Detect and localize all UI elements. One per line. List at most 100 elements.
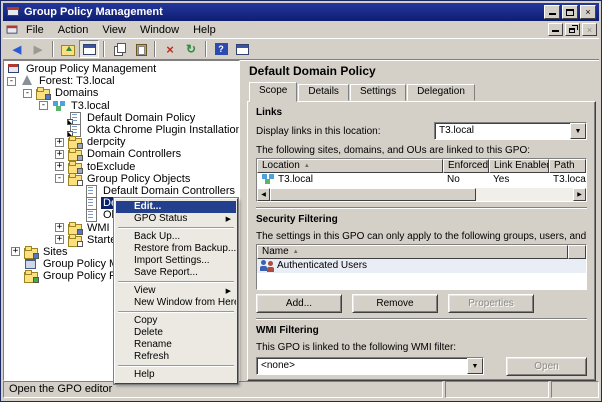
expander-icon[interactable]: - bbox=[39, 101, 48, 110]
expander-icon[interactable]: - bbox=[7, 77, 16, 86]
tab-scope[interactable]: Scope bbox=[249, 82, 297, 102]
forest-icon bbox=[20, 75, 34, 87]
results-chip-icon bbox=[33, 277, 39, 283]
expander-icon[interactable]: - bbox=[23, 89, 32, 98]
page-title: Default Domain Policy bbox=[249, 64, 596, 78]
show-console-tree-button[interactable] bbox=[79, 40, 99, 58]
menu-window[interactable]: Window bbox=[133, 22, 186, 38]
column-header-enforced[interactable]: Enforced bbox=[443, 159, 489, 173]
tree-item-forest[interactable]: - Forest: T3.local bbox=[4, 75, 239, 87]
security-filtering-list: Name▲ Authenticated Users bbox=[256, 244, 587, 290]
scrollbar-thumb[interactable] bbox=[270, 188, 476, 201]
refresh-button[interactable]: ↻ bbox=[181, 40, 201, 58]
tree-item-domains[interactable]: - Domains bbox=[4, 87, 239, 99]
paste-button[interactable] bbox=[130, 40, 150, 58]
scope-tab-page: Links Display links in this location: T3… bbox=[247, 101, 596, 381]
menu-item-new-window-from-here[interactable]: New Window from Here bbox=[116, 297, 236, 309]
display-links-combobox[interactable]: T3.local ▼ bbox=[434, 122, 587, 140]
show-action-pane-button[interactable] bbox=[232, 40, 252, 58]
column-header-name[interactable]: Name▲ bbox=[257, 245, 568, 259]
menu-file[interactable]: File bbox=[19, 22, 51, 38]
menu-item-refresh[interactable]: Refresh bbox=[116, 351, 236, 363]
horizontal-scrollbar[interactable]: ◀ ▶ bbox=[257, 188, 586, 201]
tree-item-ou-toexclude[interactable]: + toExclude bbox=[4, 161, 239, 173]
menu-item-gpo-status[interactable]: GPO Status▶ bbox=[116, 213, 236, 225]
expander-icon[interactable]: + bbox=[55, 162, 64, 171]
chevron-down-icon[interactable]: ▼ bbox=[467, 358, 483, 374]
back-button[interactable]: ◀ bbox=[7, 40, 27, 58]
status-pane bbox=[445, 381, 549, 398]
tree-item-label: Default Domain Policy bbox=[85, 112, 197, 124]
menu-help[interactable]: Help bbox=[186, 22, 223, 38]
tree-item-group-policy-management[interactable]: Group Policy Management bbox=[4, 63, 239, 75]
security-list-header: Name▲ bbox=[257, 245, 586, 259]
menu-item-back-up[interactable]: Back Up... bbox=[116, 231, 236, 243]
column-header-path[interactable]: Path bbox=[549, 159, 586, 173]
expander-icon[interactable]: + bbox=[11, 247, 20, 256]
menu-item-view[interactable]: View▶ bbox=[116, 285, 236, 297]
help-button[interactable]: ? bbox=[211, 40, 231, 58]
section-divider bbox=[256, 207, 587, 209]
ou-icon bbox=[68, 161, 82, 173]
menu-item-restore-from-backup[interactable]: Restore from Backup... bbox=[116, 243, 236, 255]
scrollbar-track[interactable] bbox=[270, 188, 573, 201]
status-pane bbox=[551, 381, 599, 398]
menu-separator bbox=[118, 227, 234, 229]
column-header-blank bbox=[568, 245, 586, 259]
mdi-close-button: × bbox=[582, 23, 597, 36]
mdi-restore-button[interactable] bbox=[565, 23, 580, 36]
tree-item-gpo-default-domain-controllers-policy[interactable]: Default Domain Controllers Policy bbox=[4, 185, 239, 197]
menu-item-edit[interactable]: Edit... bbox=[116, 201, 236, 213]
expander-icon[interactable]: + bbox=[55, 138, 64, 147]
tab-delegation[interactable]: Delegation bbox=[407, 84, 475, 101]
close-button[interactable]: × bbox=[580, 5, 596, 19]
tree-item-gpo-link-okta-chrome[interactable]: Okta Chrome Plugin Installation bbox=[4, 124, 239, 136]
cell-path: T3.local bbox=[549, 174, 586, 185]
tree-item-domain-t3local[interactable]: - T3.local bbox=[4, 100, 239, 112]
expander-icon[interactable]: + bbox=[55, 223, 64, 232]
submenu-arrow-icon: ▶ bbox=[226, 214, 231, 225]
wmi-filter-combobox[interactable]: <none> ▼ bbox=[256, 357, 484, 375]
list-item-authenticated-users[interactable]: Authenticated Users bbox=[257, 259, 586, 273]
copy-button[interactable] bbox=[109, 40, 129, 58]
paste-icon bbox=[134, 43, 147, 55]
menu-item-save-report[interactable]: Save Report... bbox=[116, 267, 236, 279]
minimize-button[interactable] bbox=[544, 5, 560, 19]
column-header-link-enabled[interactable]: Link Enabled bbox=[489, 159, 549, 173]
delete-button[interactable]: × bbox=[160, 40, 180, 58]
remove-button[interactable]: Remove bbox=[352, 294, 438, 313]
back-icon: ◀ bbox=[13, 43, 21, 56]
mdi-minimize-button[interactable] bbox=[548, 23, 563, 36]
section-divider bbox=[256, 318, 587, 320]
tab-settings[interactable]: Settings bbox=[350, 84, 406, 101]
menu-item-copy[interactable]: Copy bbox=[116, 315, 236, 327]
tree-item-label: toExclude bbox=[85, 161, 137, 173]
wmi-filtering-caption: This GPO is linked to the following WMI … bbox=[256, 342, 587, 352]
copy-icon bbox=[113, 43, 126, 55]
menu-view[interactable]: View bbox=[95, 22, 133, 38]
maximize-button[interactable] bbox=[562, 5, 578, 19]
group-policy-results-icon bbox=[24, 270, 38, 282]
expander-icon[interactable]: + bbox=[55, 150, 64, 159]
tree-item-ou-domain-controllers[interactable]: + Domain Controllers bbox=[4, 148, 239, 160]
menu-item-rename[interactable]: Rename bbox=[116, 339, 236, 351]
menu-item-delete[interactable]: Delete bbox=[116, 327, 236, 339]
scroll-left-icon[interactable]: ◀ bbox=[257, 188, 270, 201]
column-header-location[interactable]: Location▲ bbox=[257, 159, 443, 173]
tree-item-group-policy-objects[interactable]: - Group Policy Objects bbox=[4, 173, 239, 185]
menu-item-help[interactable]: Help bbox=[116, 369, 236, 381]
table-row[interactable]: T3.local No Yes T3.local bbox=[257, 173, 586, 186]
add-button[interactable]: Add... bbox=[256, 294, 342, 313]
tab-details[interactable]: Details bbox=[298, 84, 349, 101]
tree-item-gpo-link-default-domain-policy[interactable]: Default Domain Policy bbox=[4, 112, 239, 124]
up-one-level-button[interactable] bbox=[58, 40, 78, 58]
chevron-down-icon[interactable]: ▼ bbox=[570, 123, 586, 139]
menu-item-import-settings[interactable]: Import Settings... bbox=[116, 255, 236, 267]
expander-icon[interactable]: - bbox=[55, 174, 64, 183]
menu-action[interactable]: Action bbox=[51, 22, 96, 38]
tree-item-ou-derpcity[interactable]: + derpcity bbox=[4, 136, 239, 148]
tree-item-label: Okta Chrome Plugin Installation bbox=[85, 124, 240, 136]
expander-icon[interactable]: + bbox=[55, 235, 64, 244]
scroll-right-icon[interactable]: ▶ bbox=[573, 188, 586, 201]
cell-location: T3.local bbox=[257, 173, 443, 185]
